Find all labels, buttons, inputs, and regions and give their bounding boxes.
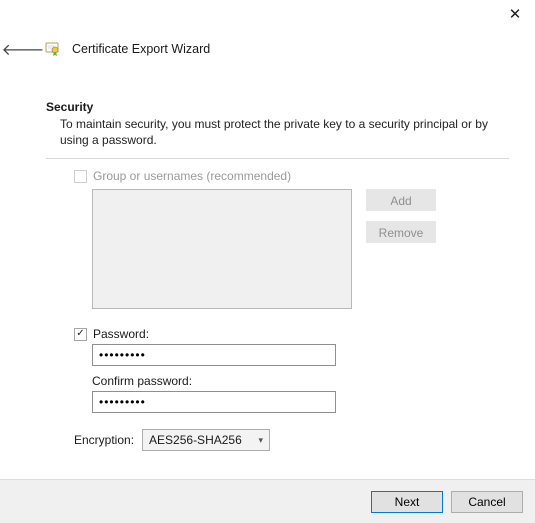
confirm-password-label: Confirm password: (92, 374, 192, 388)
back-button[interactable]: 🡐 (12, 38, 34, 60)
encryption-selected-value: AES256-SHA256 (149, 433, 242, 447)
close-button[interactable]: ✕ (495, 0, 535, 28)
content-area: Security To maintain security, you must … (46, 100, 509, 451)
next-button[interactable]: Next (371, 491, 443, 513)
encryption-select[interactable]: AES256-SHA256 ▾ (142, 429, 270, 451)
encryption-label: Encryption: (74, 433, 134, 447)
password-checkbox[interactable] (74, 328, 87, 341)
groups-listbox[interactable] (92, 189, 352, 309)
wizard-title: Certificate Export Wizard (72, 42, 210, 56)
remove-button[interactable]: Remove (366, 221, 436, 243)
divider (46, 158, 509, 159)
wizard-header: 🡐 Certificate Export Wizard (12, 38, 210, 60)
groups-checkbox-row: Group or usernames (recommended) (74, 169, 509, 183)
groups-button-column: Add Remove (366, 189, 436, 309)
groups-checkbox[interactable] (74, 170, 87, 183)
certificate-icon (44, 40, 62, 58)
cancel-button[interactable]: Cancel (451, 491, 523, 513)
password-field[interactable] (92, 344, 336, 366)
section-title: Security (46, 100, 509, 114)
encryption-row: Encryption: AES256-SHA256 ▾ (74, 429, 509, 451)
close-icon: ✕ (509, 5, 522, 23)
button-bar: Next Cancel (0, 479, 535, 523)
password-section: Password: Confirm password: (74, 327, 509, 413)
chevron-down-icon: ▾ (259, 435, 264, 446)
password-checkbox-row: Password: (74, 327, 509, 341)
groups-area: Add Remove (92, 189, 509, 309)
add-button[interactable]: Add (366, 189, 436, 211)
titlebar: ✕ (0, 0, 535, 30)
arrow-left-icon: 🡐 (2, 39, 45, 60)
groups-checkbox-label: Group or usernames (recommended) (93, 169, 291, 183)
section-description: To maintain security, you must protect t… (60, 116, 509, 148)
confirm-password-row: Confirm password: (92, 374, 509, 388)
confirm-password-field[interactable] (92, 391, 336, 413)
password-label: Password: (93, 327, 149, 341)
